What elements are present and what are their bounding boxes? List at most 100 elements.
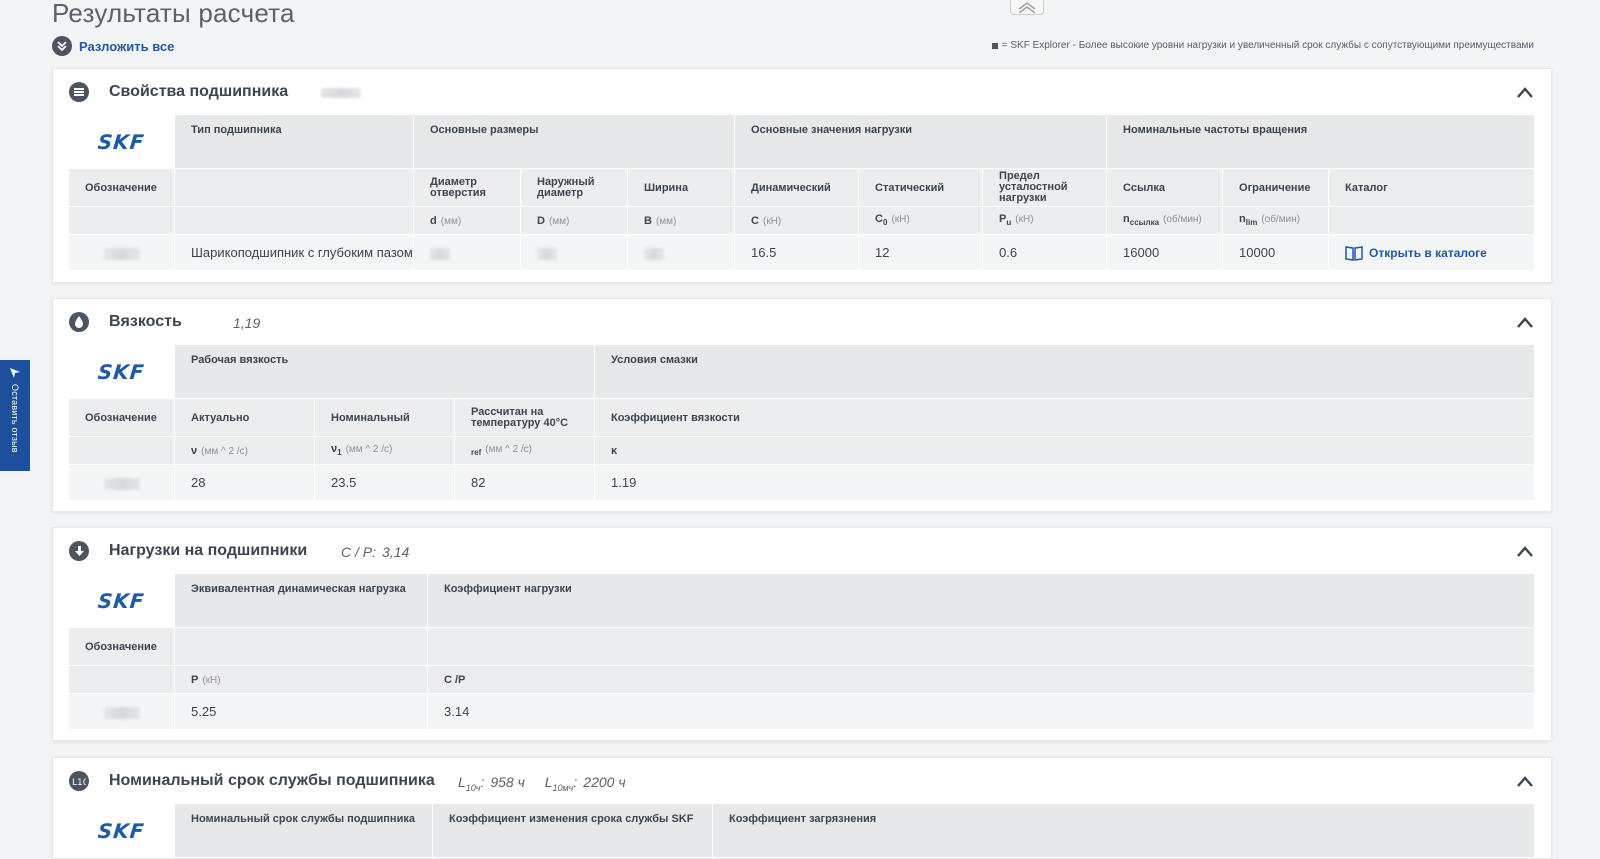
redacted-designation — [321, 88, 361, 98]
header-designation: Обозначение — [69, 398, 175, 436]
load-arrow-icon — [69, 541, 89, 561]
feedback-label: Оставить отзыв — [10, 384, 20, 453]
bearing-loads-panel: Нагрузки на подшипники C / P: 3,14 SKF Эк… — [52, 527, 1552, 741]
panel-title: Вязкость — [109, 313, 182, 330]
cell-nref: 16000 — [1107, 234, 1224, 270]
header-working-viscosity: Рабочая вязкость — [175, 345, 596, 398]
skf-explorer-legend: = SKF Explorer - Более высокие уровни на… — [991, 40, 1534, 51]
header-load-ratings: Основные значения нагрузки — [735, 115, 1108, 168]
expand-all-button[interactable]: Разложить все — [52, 36, 174, 56]
unit-nu1: ν1 (мм ^ 2 /с) — [315, 436, 455, 464]
legend-text: = SKF Explorer - Более высокие уровни на… — [1001, 40, 1534, 51]
oil-drop-icon — [69, 312, 89, 332]
bearing-table: SKF Тип подшипника Основные размеры Осно… — [69, 115, 1536, 270]
redacted-designation — [103, 477, 140, 490]
unit-Pu: Pu (кН) — [983, 206, 1108, 234]
svg-text:L10: L10 — [72, 778, 86, 786]
double-chevron-down-icon — [52, 36, 72, 56]
cell-C0: 12 — [859, 234, 984, 270]
panel-header[interactable]: Вязкость 1,19 — [53, 299, 1551, 345]
redacted-value — [537, 247, 557, 260]
cell-P: 5.25 — [175, 693, 428, 729]
header-nominal-life: Номинальный срок службы подшипника — [175, 804, 433, 857]
cell-nominal: 23.5 — [315, 464, 455, 500]
unit-CP: C /P — [428, 665, 1535, 693]
viscosity-table: SKF Рабочая вязкость Условия смазки Обоз… — [69, 345, 1536, 500]
collapse-chevron-icon[interactable] — [1515, 313, 1535, 333]
unit-C: C (кН) — [735, 206, 860, 234]
l10-icon: L10 — [69, 771, 89, 791]
cell-kappa: 1.19 — [595, 464, 1536, 500]
header-dynamic: Динамический — [735, 168, 860, 206]
expand-all-label: Разложить все — [79, 38, 175, 54]
unit-C0: C0 (кН) — [859, 206, 984, 234]
table-row: 5.25 3.14 — [69, 693, 1535, 729]
unit-nref: nссылка (об/мин) — [1107, 206, 1224, 234]
header-limiting-speed: Ограничение — [1223, 168, 1330, 206]
cell-type: Шарикоподшипник с глубоким пазом — [175, 234, 414, 270]
redacted-value — [644, 247, 664, 260]
skf-logo: SKF — [96, 588, 147, 613]
collapse-chevron-icon[interactable] — [1515, 83, 1535, 103]
header-lubrication: Условия смазки — [595, 345, 1536, 398]
explorer-marker-icon — [991, 42, 998, 49]
header-bore: Диаметр отверстия — [414, 168, 521, 206]
unit-nlim: nlim (об/мин) — [1223, 206, 1330, 234]
redacted-designation — [103, 247, 140, 260]
redacted-designation — [103, 706, 140, 719]
header-main-dimensions: Основные размеры — [414, 115, 736, 168]
open-catalog-link[interactable]: Открыть в каталоге — [1345, 245, 1518, 261]
skf-logo: SKF — [96, 129, 147, 154]
header-catalog: Каталог — [1329, 168, 1536, 206]
cursor-icon — [10, 368, 20, 378]
unit-D: D (мм) — [521, 206, 628, 234]
panel-title: Свойства подшипника — [109, 83, 289, 100]
table-row: Шарикоподшипник с глубоким пазом 16.5 12… — [69, 234, 1536, 270]
header-outer: Наружный диаметр — [521, 168, 628, 206]
feedback-tab[interactable]: Оставить отзыв — [0, 360, 30, 471]
header-designation: Обозначение — [69, 627, 175, 665]
unit-B: B (мм) — [628, 206, 736, 234]
header-designation: Обозначение — [69, 168, 175, 206]
cell-at-40: 82 — [455, 464, 596, 500]
cell-C: 16.5 — [735, 234, 860, 270]
life-table: SKF Номинальный срок службы подшипника К… — [69, 804, 1535, 857]
header-contamination: Коэффициент загрязнения — [713, 804, 1535, 857]
header-speed-ratings: Номинальные частоты вращения — [1107, 115, 1536, 168]
panel-header[interactable]: L10 Номинальный срок службы подшипника L… — [53, 758, 1551, 804]
header-fatigue: Предел усталостной нагрузки — [983, 168, 1108, 206]
cell-actual: 28 — [175, 464, 315, 500]
scroll-top-handle[interactable] — [1010, 0, 1044, 15]
panel-header[interactable]: Свойства подшипника — [53, 69, 1551, 115]
skf-logo: SKF — [96, 818, 147, 843]
panel-header[interactable]: Нагрузки на подшипники C / P: 3,14 — [53, 528, 1551, 574]
collapse-chevron-icon[interactable] — [1515, 772, 1535, 792]
bearing-icon — [69, 82, 89, 102]
header-nominal: Номинальный — [315, 398, 455, 436]
loads-summary: C / P: 3,14 — [341, 544, 410, 560]
skf-logo: SKF — [96, 359, 147, 384]
loads-table: SKF Эквивалентная динамическая нагрузка … — [69, 574, 1535, 729]
header-kappa: Коэффициент вязкости — [595, 398, 1536, 436]
header-bearing-type: Тип подшипника — [175, 115, 414, 168]
viscosity-panel: Вязкость 1,19 SKF Рабочая вязкость Услов… — [52, 298, 1552, 512]
collapse-chevron-icon[interactable] — [1515, 542, 1535, 562]
book-icon — [1345, 245, 1363, 261]
header-equivalent-load: Эквивалентная динамическая нагрузка — [175, 574, 428, 627]
unit-nu: ν (мм ^ 2 /с) — [175, 436, 315, 464]
unit-kappa: κ — [595, 436, 1536, 464]
cell-nlim: 10000 — [1223, 234, 1330, 270]
cell-Pu: 0.6 — [983, 234, 1108, 270]
panel-title: Нагрузки на подшипники — [109, 542, 308, 559]
viscosity-summary: 1,19 — [233, 315, 261, 331]
header-static: Статический — [859, 168, 984, 206]
header-reference-speed: Ссылка — [1107, 168, 1224, 206]
header-askf: Коэффициент изменения срока службы SKF — [433, 804, 713, 857]
double-chevron-up-icon — [1018, 2, 1036, 13]
cell-CP: 3.14 — [428, 693, 1535, 729]
header-width: Ширина — [628, 168, 736, 206]
header-actual: Актуально — [175, 398, 315, 436]
header-at-40: Рассчитан на температуру 40°C — [455, 398, 596, 436]
bearing-properties-panel: Свойства подшипника SKF Тип подшипника О… — [52, 68, 1552, 283]
redacted-value — [430, 247, 450, 260]
